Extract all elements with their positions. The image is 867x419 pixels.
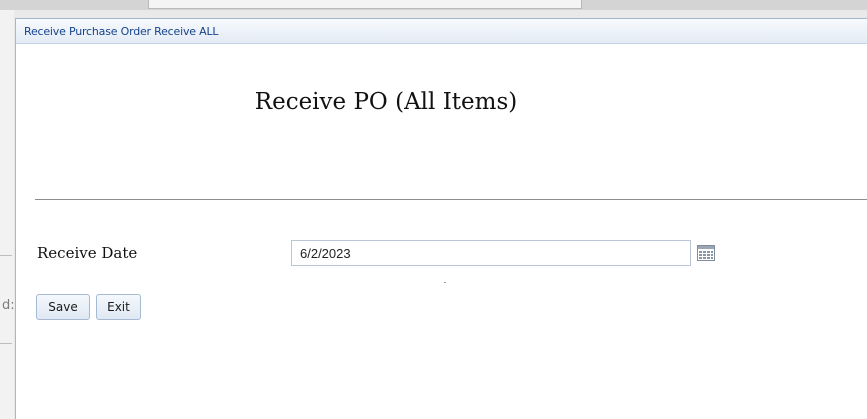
background-divider <box>0 343 12 344</box>
stray-dot <box>444 282 446 283</box>
page-title: Receive PO (All Items) <box>254 89 518 115</box>
save-button[interactable]: Save <box>36 294 90 320</box>
background-tabstrip <box>148 0 582 9</box>
background-left-panel <box>0 10 14 419</box>
dialog-content: Receive PO (All Items) Receive Date 6/2/… <box>16 44 867 419</box>
receive-date-input[interactable] <box>291 240 691 266</box>
receive-po-dialog: Receive Purchase Order Receive ALL Recei… <box>15 18 867 419</box>
receive-date-label: Receive Date <box>37 244 138 262</box>
background-clipped-label: d: <box>2 298 15 313</box>
section-divider <box>35 199 867 200</box>
exit-button[interactable]: Exit <box>96 294 141 320</box>
background-divider <box>0 255 12 256</box>
dialog-titlebar[interactable]: Receive Purchase Order Receive ALL <box>16 19 867 44</box>
calendar-icon[interactable] <box>697 245 715 261</box>
dialog-title: Receive Purchase Order Receive ALL <box>24 24 219 38</box>
